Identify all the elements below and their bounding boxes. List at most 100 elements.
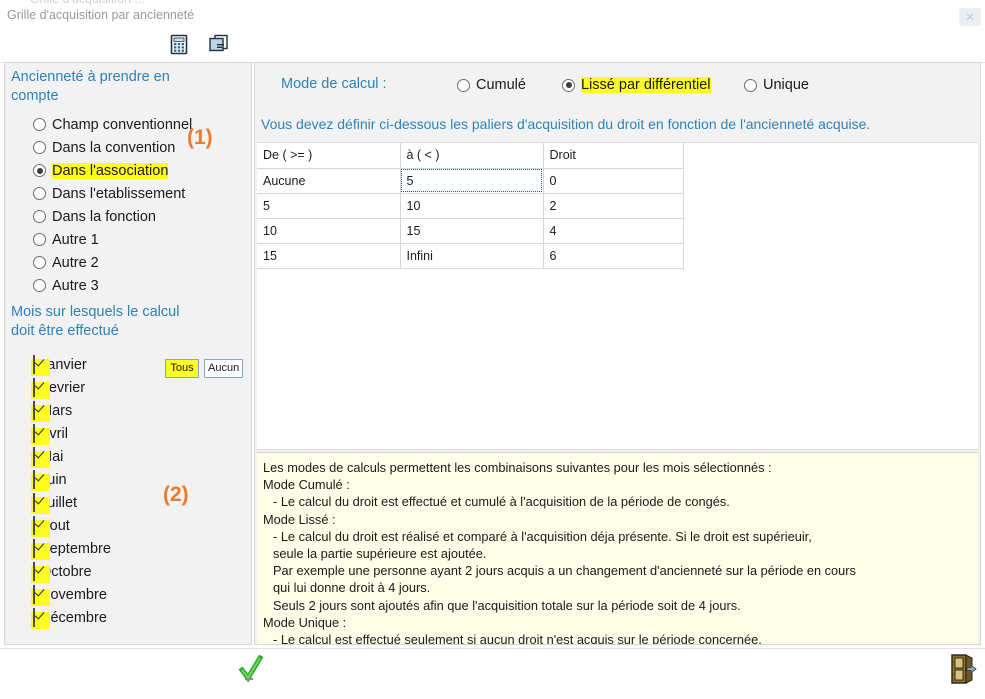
- table-header-cell-2: Droit: [543, 143, 684, 169]
- anciennete-section-title: Ancienneté à prendre en compte: [11, 69, 170, 104]
- mode-option-label: Lissé par différentiel: [581, 77, 711, 93]
- month-checkbox-mars[interactable]: Mars: [31, 399, 111, 422]
- anciennete-option-label: Champ conventionnel: [52, 116, 193, 133]
- anciennete-option-3[interactable]: Dans l'etablissement: [33, 182, 192, 205]
- radio-mark-icon: [457, 78, 470, 92]
- table-row[interactable]: 10 15 4: [257, 218, 684, 244]
- radio-mark-icon: [33, 164, 46, 177]
- table-cell[interactable]: 0: [543, 168, 684, 194]
- help-line-4: - Le calcul du droit est réalisé et comp…: [273, 528, 812, 544]
- checkmark-icon: [33, 538, 35, 558]
- month-label: Novembre: [40, 586, 107, 603]
- month-label: Décembre: [40, 609, 107, 626]
- month-checkbox-novembre[interactable]: Novembre: [31, 583, 111, 606]
- table-body: Aucune 5 0 5 10 2 10 15 4 15 Infini 6: [257, 168, 684, 269]
- checkmark-icon: [33, 561, 35, 581]
- anciennete-option-4[interactable]: Dans la fonction: [33, 205, 192, 228]
- annotation-marker-2: (2): [163, 483, 189, 506]
- table-cell[interactable]: 6: [543, 243, 684, 269]
- window-copy-icon[interactable]: [204, 31, 234, 59]
- table-cell-selected[interactable]: 5: [400, 168, 544, 194]
- month-checkbox-juillet[interactable]: Juillet: [31, 491, 111, 514]
- month-checkbox-juin[interactable]: Juin: [31, 468, 111, 491]
- mode-de-calcul-row: Mode de calcul : Cumulé Lissé par différ…: [255, 73, 980, 101]
- anciennete-option-0[interactable]: Champ conventionnel: [33, 113, 192, 136]
- left-panel: Ancienneté à prendre en compte (1) Champ…: [4, 62, 252, 645]
- table-cell[interactable]: 15: [400, 218, 544, 244]
- month-checkbox-aout[interactable]: Aout: [31, 514, 111, 537]
- checkmark-icon: [33, 469, 35, 489]
- checkbox-highlight: [31, 515, 50, 537]
- radio-selected-dot: [565, 82, 572, 88]
- table-cell[interactable]: Infini: [400, 243, 544, 269]
- radio-mark-icon: [33, 118, 46, 131]
- month-checkbox-janvier[interactable]: Janvier: [31, 353, 111, 376]
- help-line-9: Mode Unique :: [263, 614, 347, 630]
- month-checkbox-fevrier[interactable]: Fevrier: [31, 376, 111, 399]
- checkbox-highlight: [31, 584, 50, 606]
- radio-mark-icon: [33, 233, 46, 246]
- radio-mark-icon: [33, 187, 46, 200]
- checkbox-highlight: [31, 469, 50, 491]
- validate-check-icon[interactable]: [238, 654, 266, 685]
- mode-option-cumule[interactable]: Cumulé: [457, 77, 526, 93]
- table-row[interactable]: 15 Infini 6: [257, 243, 684, 269]
- checkmark-icon: [33, 377, 35, 397]
- mode-option-label: Unique: [763, 77, 809, 93]
- anciennete-option-label: Dans la fonction: [52, 208, 156, 225]
- anciennete-radio-group: Champ conventionnel Dans la convention Dan…: [33, 113, 192, 297]
- table-cell[interactable]: 2: [543, 193, 684, 219]
- mode-option-unique[interactable]: Unique: [744, 77, 809, 93]
- anciennete-option-2[interactable]: Dans l'association: [33, 159, 192, 182]
- right-panel: Mode de calcul : Cumulé Lissé par différ…: [254, 62, 981, 645]
- checkmark-icon: [33, 492, 35, 512]
- help-line-5: seule la partie supérieure est ajoutée.: [273, 546, 487, 562]
- checkmark-icon: [33, 354, 35, 374]
- table-cell[interactable]: 15: [257, 243, 401, 269]
- anciennete-option-label: Dans l'association: [52, 162, 169, 179]
- month-checkbox-avril[interactable]: Avril: [31, 422, 111, 445]
- table-cell[interactable]: 4: [543, 218, 684, 244]
- table-cell[interactable]: 10: [400, 193, 544, 219]
- checkbox-highlight: [31, 607, 50, 629]
- checkbox-highlight: [31, 423, 50, 445]
- month-checkbox-mai[interactable]: Mai: [31, 445, 111, 468]
- checkbox-highlight: [31, 400, 50, 422]
- month-label: Septembre: [40, 540, 111, 557]
- calculator-icon[interactable]: [164, 31, 194, 59]
- mode-option-lisse-par-differentiel[interactable]: Lissé par différentiel: [562, 77, 711, 93]
- table-row[interactable]: Aucune 5 0: [257, 168, 684, 194]
- table-header-row: De ( >= ) à ( < ) Droit: [257, 143, 684, 169]
- anciennete-option-5[interactable]: Autre 1: [33, 228, 192, 251]
- help-line-1: Mode Cumulé :: [263, 477, 350, 493]
- anciennete-option-label: Autre 2: [52, 254, 99, 271]
- checkbox-highlight: [31, 561, 50, 583]
- anciennete-option-1[interactable]: Dans la convention: [33, 136, 192, 159]
- application-window: Grille d'acquisition ... Grille d'acquis…: [0, 0, 985, 699]
- paliers-grid-area[interactable]: De ( >= ) à ( < ) Droit Aucune 5 0 5 10 2 10 15 4 1…: [257, 142, 978, 450]
- table-row[interactable]: 5 10 2: [257, 193, 684, 219]
- table-cell[interactable]: 10: [257, 218, 401, 244]
- anciennete-option-label: Autre 1: [52, 231, 99, 248]
- month-checkbox-décembre[interactable]: Décembre: [31, 606, 111, 629]
- help-line-2: - Le calcul du droit est effectué et cum…: [273, 494, 730, 510]
- anciennete-option-7[interactable]: Autre 3: [33, 274, 192, 297]
- table-cell[interactable]: 5: [257, 193, 401, 219]
- table-cell[interactable]: Aucune: [257, 168, 401, 194]
- exit-door-icon[interactable]: [946, 652, 978, 686]
- radio-mark-icon: [33, 141, 46, 154]
- month-checkbox-octobre[interactable]: Octobre: [31, 560, 111, 583]
- month-checkbox-septembre[interactable]: Septembre: [31, 537, 111, 560]
- help-text-lines: Les modes de calculs permettent les comb…: [263, 459, 970, 644]
- radio-mark-icon: [33, 256, 46, 269]
- checkmark-icon: [33, 446, 35, 466]
- anciennete-option-6[interactable]: Autre 2: [33, 251, 192, 274]
- checkbox-highlight: [31, 446, 50, 468]
- select-all-months-button[interactable]: Tous: [165, 359, 199, 378]
- select-none-months-button[interactable]: Aucun: [204, 359, 244, 378]
- close-icon[interactable]: ✕: [959, 8, 981, 26]
- help-line-10: - Le calcul est effectué seulement si au…: [273, 632, 762, 644]
- paliers-table[interactable]: De ( >= ) à ( < ) Droit Aucune 5 0 5 10 2 10 15 4 1…: [257, 143, 684, 269]
- checkmark-icon: [33, 584, 35, 604]
- help-line-6: Par exemple une personne ayant 2 jours a…: [273, 563, 856, 579]
